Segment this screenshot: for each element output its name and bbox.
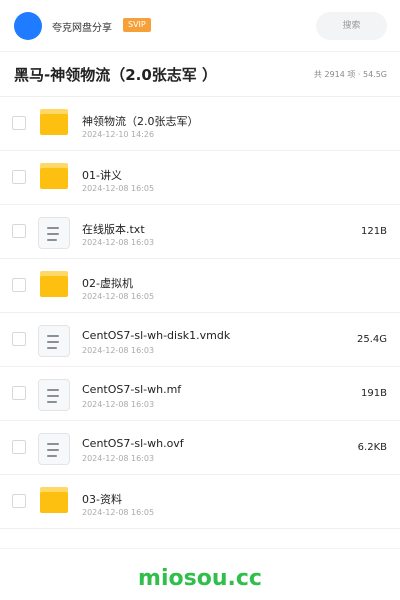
- folder-icon: [40, 271, 68, 297]
- item-checkbox[interactable]: [12, 440, 26, 454]
- folder-icon: [40, 487, 68, 513]
- footer: miosou.cc: [0, 548, 400, 600]
- item-name[interactable]: 01-讲义: [82, 167, 122, 183]
- page-title: 黑马-神领物流（2.0张志军 ）: [14, 66, 218, 84]
- item-date: 2024-12-10 14:26: [82, 130, 155, 139]
- app-header: 夸克网盘分享 SVIP 搜索: [0, 0, 400, 52]
- item-date: 2024-12-08 16:05: [82, 184, 155, 193]
- item-size: 121B: [361, 226, 387, 237]
- item-checkbox[interactable]: [12, 332, 26, 346]
- item-date: 2024-12-08 16:03: [82, 454, 155, 463]
- item-checkbox[interactable]: [12, 278, 26, 292]
- item-date: 2024-12-08 16:05: [82, 508, 155, 517]
- document-icon: [38, 433, 70, 465]
- folder-title-bar: 黑马-神领物流（2.0张志军 ） 共 2914 项 · 54.5G: [0, 52, 400, 97]
- item-name[interactable]: 神领物流（2.0张志军）: [82, 113, 199, 129]
- item-name[interactable]: 02-虚拟机: [82, 275, 133, 291]
- folder-icon: [40, 163, 68, 189]
- item-date: 2024-12-08 16:03: [82, 346, 155, 355]
- item-size: 191B: [361, 388, 387, 399]
- item-checkbox[interactable]: [12, 494, 26, 508]
- folder-stats: 共 2914 项 · 54.5G: [313, 70, 387, 79]
- share-name: 夸克网盘分享: [52, 23, 112, 34]
- watermark-text: miosou.cc: [138, 566, 262, 591]
- item-name[interactable]: CentOS7-sl-wh.ovf: [82, 437, 184, 450]
- list-item[interactable]: 在线版本.txt 2024-12-08 16:03 121B: [0, 205, 400, 259]
- item-name[interactable]: CentOS7-sl-wh-disk1.vmdk: [82, 329, 230, 342]
- item-name[interactable]: CentOS7-sl-wh.mf: [82, 383, 181, 396]
- avatar[interactable]: [14, 12, 42, 40]
- list-item[interactable]: 03-资料 2024-12-08 16:05: [0, 475, 400, 529]
- folder-icon: [40, 109, 68, 135]
- item-checkbox[interactable]: [12, 386, 26, 400]
- item-checkbox[interactable]: [12, 116, 26, 130]
- item-checkbox[interactable]: [12, 170, 26, 184]
- document-icon: [38, 325, 70, 357]
- svip-badge: SVIP: [123, 18, 151, 32]
- item-name[interactable]: 在线版本.txt: [82, 221, 145, 237]
- item-size: 25.4G: [356, 334, 387, 345]
- item-date: 2024-12-08 16:03: [82, 238, 155, 247]
- document-icon: [38, 379, 70, 411]
- list-item[interactable]: 02-虚拟机 2024-12-08 16:05: [0, 259, 400, 313]
- list-item[interactable]: CentOS7-sl-wh-disk1.vmdk 2024-12-08 16:03…: [0, 313, 400, 367]
- list-item[interactable]: CentOS7-sl-wh.ovf 2024-12-08 16:03 6.2KB: [0, 421, 400, 475]
- item-size: 6.2KB: [357, 442, 387, 453]
- search-button[interactable]: 搜索: [316, 12, 387, 40]
- list-item[interactable]: CentOS7-sl-wh.mf 2024-12-08 16:03 191B: [0, 367, 400, 421]
- list-item[interactable]: 01-讲义 2024-12-08 16:05: [0, 151, 400, 205]
- item-name[interactable]: 03-资料: [82, 491, 122, 507]
- document-icon: [38, 217, 70, 249]
- item-date: 2024-12-08 16:05: [82, 292, 155, 301]
- item-checkbox[interactable]: [12, 224, 26, 238]
- list-item[interactable]: 神领物流（2.0张志军） 2024-12-10 14:26: [0, 97, 400, 151]
- item-date: 2024-12-08 16:03: [82, 400, 155, 409]
- file-list: 神领物流（2.0张志军） 2024-12-10 14:26 01-讲义 2024-12…: [0, 97, 400, 529]
